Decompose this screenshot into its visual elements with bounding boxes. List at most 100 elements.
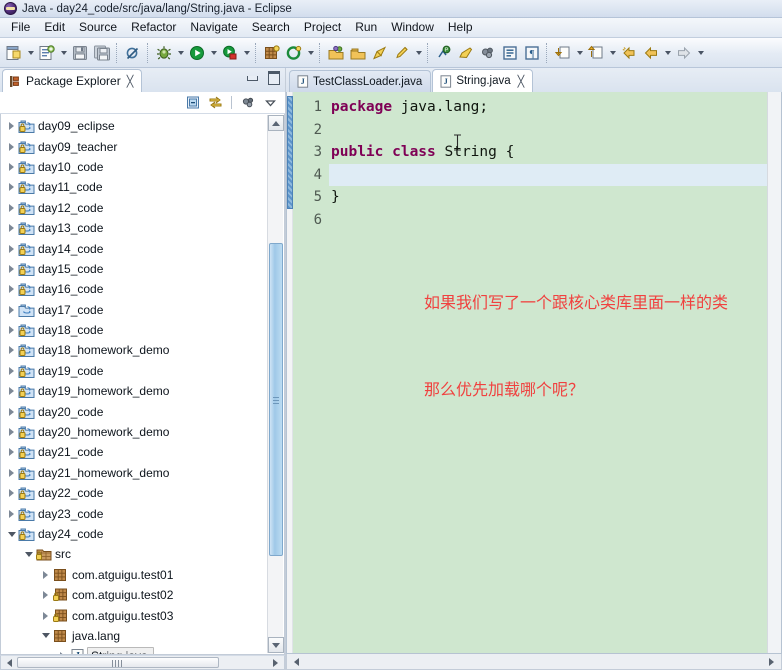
external-tools-icon[interactable] [283,42,305,64]
tree-collapse-arrow-icon[interactable] [56,649,69,654]
tree-expand-arrow-icon[interactable] [22,547,35,561]
link-with-editor-icon[interactable] [206,94,224,111]
menu-item-source[interactable]: Source [72,18,124,37]
minimize-view-button[interactable] [245,71,260,85]
menu-item-project[interactable]: Project [297,18,348,37]
tree-collapse-arrow-icon[interactable] [5,262,18,276]
pencil-dropdown-icon[interactable] [413,42,424,64]
tree-item[interactable]: day22_code [1,483,267,503]
tree-collapse-arrow-icon[interactable] [5,364,18,378]
tree-item[interactable]: day21_homework_demo [1,463,267,483]
scroll-right-button[interactable] [764,655,779,668]
new-package-icon[interactable] [261,42,283,64]
code-line[interactable] [329,209,781,232]
scroll-down-button[interactable] [268,637,284,653]
tree-collapse-arrow-icon[interactable] [39,588,52,602]
back-arrow-icon[interactable] [640,42,662,64]
tree-collapse-arrow-icon[interactable] [5,507,18,521]
tree-item[interactable]: day09_teacher [1,136,267,156]
menu-item-window[interactable]: Window [384,18,441,37]
block-selection-icon[interactable]: ¶ [521,42,543,64]
tree-collapse-arrow-icon[interactable] [5,384,18,398]
tree-item[interactable]: J String.java [1,646,267,654]
menu-item-navigate[interactable]: Navigate [183,18,244,37]
overview-ruler[interactable] [767,92,781,653]
tree-item[interactable]: com.atguigu.test02 [1,585,267,605]
collapse-all-icon[interactable] [184,94,202,111]
package-explorer-tree[interactable]: day09_eclipse day09_teacher day10_code day1… [1,114,267,654]
tree-item[interactable]: day15_code [1,259,267,279]
tree-item[interactable]: day24_code [1,524,267,544]
editor-tab-string[interactable]: J String.java ╳ [432,69,534,92]
code-line[interactable]: } [329,186,781,209]
editor-horizontal-scrollbar[interactable] [286,654,782,670]
menu-item-edit[interactable]: Edit [37,18,72,37]
menu-item-search[interactable]: Search [245,18,297,37]
view-menu-icon[interactable] [261,94,279,111]
run-dropdown-icon[interactable] [208,42,219,64]
explorer-horizontal-scrollbar[interactable] [0,655,285,670]
source-text[interactable]: package java.lang; public class String {}… [329,92,781,653]
show-whitespace-icon[interactable] [499,42,521,64]
code-line[interactable] [329,119,781,142]
menu-item-refactor[interactable]: Refactor [124,18,183,37]
tree-collapse-arrow-icon[interactable] [5,303,18,317]
tree-item[interactable]: day14_code [1,238,267,258]
menu-item-help[interactable]: Help [441,18,480,37]
new-wizard-dropdown-icon[interactable] [25,42,36,64]
tree-collapse-arrow-icon[interactable] [5,140,18,154]
tree-item[interactable]: day09_eclipse [1,116,267,136]
code-line[interactable] [329,163,781,186]
tree-expand-arrow-icon[interactable] [39,629,52,643]
skip-breakpoints-icon[interactable] [122,42,144,64]
pencil-icon[interactable] [391,42,413,64]
run-coverage-icon[interactable] [219,42,241,64]
tree-item[interactable]: day10_code [1,157,267,177]
close-icon[interactable]: ╳ [518,75,525,88]
code-line[interactable]: package java.lang; [329,96,781,119]
scroll-left-button[interactable] [289,655,304,668]
tree-item[interactable]: day19_homework_demo [1,381,267,401]
annotation-icon[interactable] [455,42,477,64]
tree-item[interactable]: day12_code [1,198,267,218]
package-explorer-tab[interactable]: Package Explorer ╳ [2,69,143,92]
tree-collapse-arrow-icon[interactable] [5,323,18,337]
search-icon[interactable] [369,42,391,64]
next-annotation-dropdown-icon[interactable] [574,42,585,64]
tree-expand-arrow-icon[interactable] [5,527,18,541]
java-perspective-icon[interactable]: P [433,42,455,64]
tree-item[interactable]: java.lang [1,626,267,646]
run-coverage-dropdown-icon[interactable] [241,42,252,64]
run-icon[interactable] [186,42,208,64]
forward-arrow-icon[interactable] [673,42,695,64]
open-task-icon[interactable] [347,42,369,64]
next-annotation-icon[interactable] [552,42,574,64]
menu-item-file[interactable]: File [4,18,37,37]
tree-collapse-arrow-icon[interactable] [39,568,52,582]
debug-dropdown-icon[interactable] [175,42,186,64]
forward-arrow-dropdown-icon[interactable] [695,42,706,64]
scroll-right-button[interactable] [268,656,283,669]
tree-collapse-arrow-icon[interactable] [5,160,18,174]
tree-collapse-arrow-icon[interactable] [5,425,18,439]
tree-collapse-arrow-icon[interactable] [5,466,18,480]
explorer-vertical-scrollbar[interactable] [267,115,284,653]
maximize-view-button[interactable] [266,71,281,85]
tree-collapse-arrow-icon[interactable] [5,242,18,256]
tree-collapse-arrow-icon[interactable] [5,201,18,215]
tree-collapse-arrow-icon[interactable] [5,445,18,459]
previous-annotation-dropdown-icon[interactable] [607,42,618,64]
back-history-icon[interactable] [618,42,640,64]
focus-on-active-task-icon[interactable] [239,94,257,111]
scrollbar-thumb[interactable] [269,243,283,557]
back-arrow-dropdown-icon[interactable] [662,42,673,64]
tree-collapse-arrow-icon[interactable] [5,486,18,500]
tree-item[interactable]: day19_code [1,361,267,381]
tree-collapse-arrow-icon[interactable] [39,609,52,623]
tree-item[interactable]: day18_code [1,320,267,340]
tree-item[interactable]: com.atguigu.test03 [1,605,267,625]
tree-collapse-arrow-icon[interactable] [5,282,18,296]
tree-collapse-arrow-icon[interactable] [5,180,18,194]
tree-item[interactable]: day20_code [1,401,267,421]
code-line[interactable]: public class String { [329,141,781,164]
